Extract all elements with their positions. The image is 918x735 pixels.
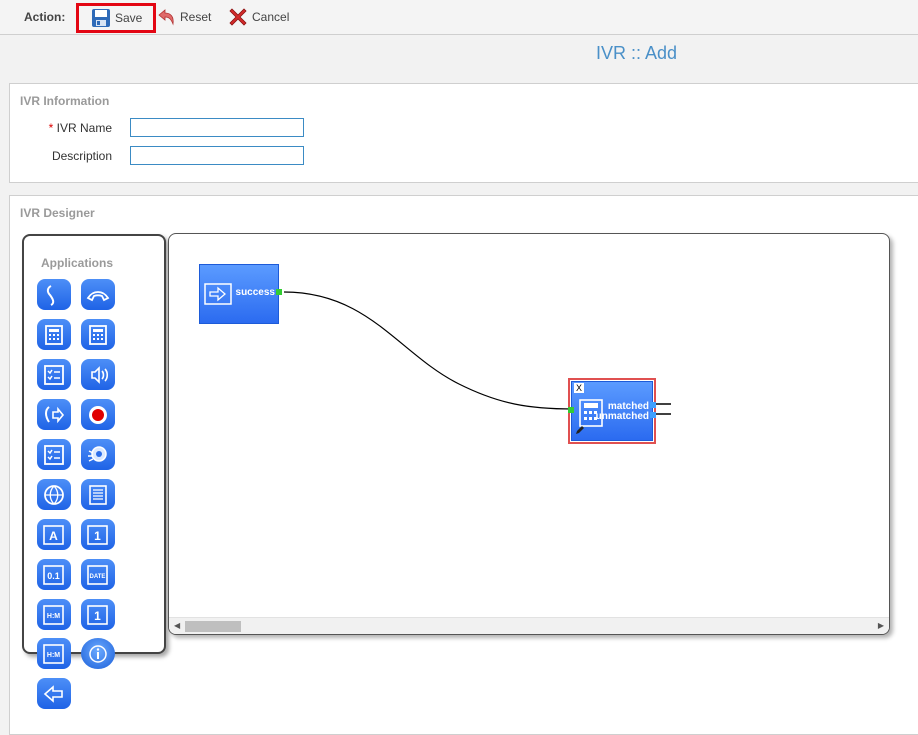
hangup-icon[interactable]: [81, 279, 115, 310]
ivr-name-row: * IVR Name: [10, 118, 304, 137]
designer-canvas[interactable]: success X matched unmatched ◀ ▶: [168, 233, 890, 635]
ivr-designer-title: IVR Designer: [20, 206, 95, 220]
unmatched-port[interactable]: [650, 412, 656, 418]
cancel-label: Cancel: [252, 10, 290, 24]
ivr-name-input[interactable]: [130, 118, 304, 137]
scroll-left-icon[interactable]: ◀: [174, 621, 180, 630]
action-label: Action:: [24, 10, 66, 24]
say-time-icon[interactable]: H:M: [37, 599, 71, 630]
undo-arrow-icon: [156, 7, 176, 27]
back-arrow-icon[interactable]: [37, 678, 71, 709]
ivr-name-label: * IVR Name: [10, 121, 130, 135]
svg-text:1: 1: [94, 529, 101, 543]
unmatched-port-label: unmatched: [595, 411, 649, 422]
checklist-icon[interactable]: [37, 359, 71, 390]
svg-text:0.1: 0.1: [47, 571, 60, 581]
floppy-disk-icon: [91, 8, 111, 28]
globe-icon[interactable]: [37, 479, 71, 510]
reset-button[interactable]: Reset: [156, 5, 211, 29]
speaker-icon[interactable]: [81, 359, 115, 390]
save-label: Save: [115, 11, 143, 25]
applications-title: Applications: [41, 256, 114, 270]
description-label: Description: [51, 148, 112, 163]
save-button[interactable]: Save: [76, 3, 156, 33]
say-digits-icon[interactable]: 1: [81, 519, 115, 550]
applications-palette: Applications A 1 0.1 DATE H:M 1: [22, 234, 166, 654]
svg-text:DATE: DATE: [90, 574, 106, 580]
start-node-icon: [204, 283, 232, 308]
calculator-icon[interactable]: [37, 319, 71, 350]
ivr-name-text: IVR Name: [56, 120, 112, 135]
svg-text:H:M: H:M: [47, 613, 60, 620]
menu-list-icon[interactable]: [81, 479, 115, 510]
success-port-label: success: [235, 287, 275, 298]
ivr-designer-panel: IVR Designer Applications A 1 0.1 DATE H…: [9, 195, 918, 735]
action-toolbar: Action: Save Reset Cancel: [0, 0, 918, 35]
svg-text:1: 1: [94, 609, 101, 623]
calculator-node[interactable]: X matched unmatched: [568, 378, 656, 444]
transfer-call-icon[interactable]: [37, 399, 71, 430]
svg-text:H:M: H:M: [47, 652, 60, 659]
reset-label: Reset: [180, 10, 212, 24]
speech-recognition-icon[interactable]: [81, 439, 115, 470]
success-port[interactable]: [276, 289, 282, 295]
say-time-icon[interactable]: H:M: [37, 638, 71, 669]
cancel-button[interactable]: Cancel: [228, 5, 289, 29]
ivr-information-panel: IVR Information * IVR Name Description: [9, 83, 918, 183]
info-icon[interactable]: [81, 638, 115, 669]
say-digit-icon[interactable]: 1: [81, 599, 115, 630]
ivr-information-title: IVR Information: [20, 94, 110, 108]
input-port[interactable]: [568, 407, 574, 413]
say-number-icon[interactable]: 0.1: [37, 559, 71, 590]
edit-pencil-icon[interactable]: [575, 425, 585, 438]
scroll-thumb[interactable]: [185, 621, 241, 632]
svg-text:A: A: [49, 529, 58, 543]
start-node[interactable]: success: [199, 264, 282, 324]
required-marker: *: [48, 120, 54, 135]
description-input[interactable]: [130, 146, 304, 165]
say-date-icon[interactable]: DATE: [81, 559, 115, 590]
answer-icon[interactable]: [37, 279, 71, 310]
red-x-icon: [228, 7, 248, 27]
calculator-icon[interactable]: [81, 319, 115, 350]
matched-port[interactable]: [650, 402, 656, 408]
checklist-icon[interactable]: [37, 439, 71, 470]
horizontal-scrollbar[interactable]: ◀ ▶: [169, 617, 889, 634]
page-title: IVR :: Add: [595, 43, 678, 63]
say-alpha-icon[interactable]: A: [37, 519, 71, 550]
description-row: Description: [10, 146, 304, 165]
node-close-button[interactable]: X: [574, 383, 584, 393]
scroll-right-icon[interactable]: ▶: [878, 621, 884, 630]
record-icon[interactable]: [81, 399, 115, 430]
